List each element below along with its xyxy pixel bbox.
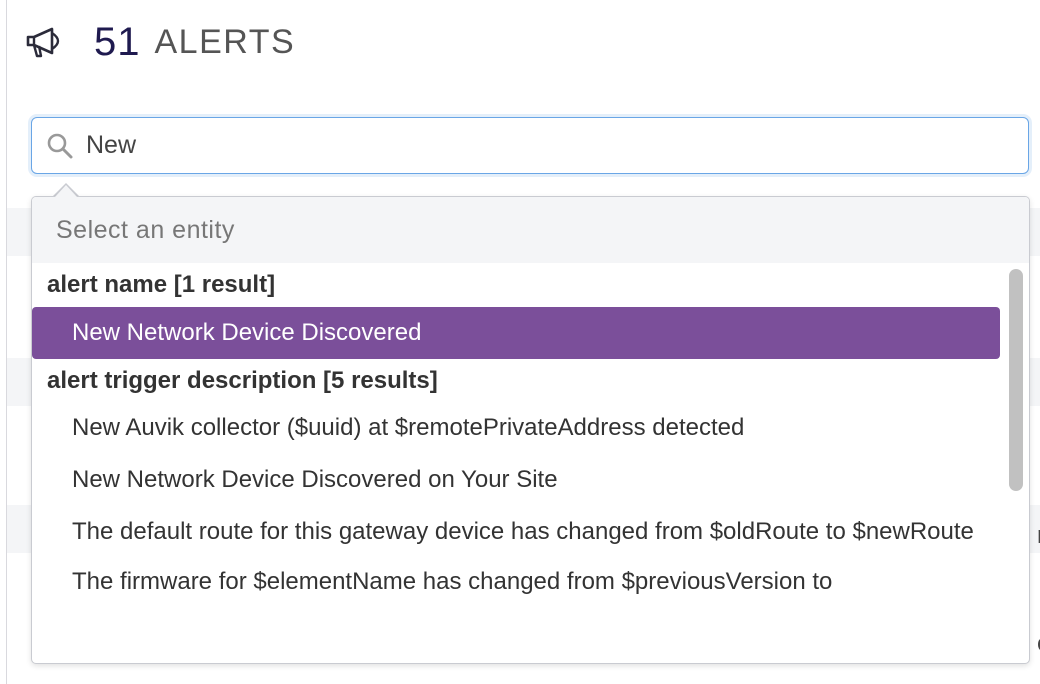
search-icon [46, 132, 82, 160]
panel-border [6, 0, 7, 684]
dropdown-item-selected[interactable]: New Network Device Discovered [32, 307, 1000, 359]
alerts-header: 51 ALERTS [24, 18, 295, 66]
dropdown-item[interactable]: New Auvik collector ($uuid) at $remotePr… [32, 403, 1000, 455]
group-label-alert-name: alert name [1 result] [47, 271, 276, 298]
entity-dropdown: Select an entity alert name [1 result] N… [31, 196, 1030, 664]
dropdown-item[interactable]: New Network Device Discovered on Your Si… [32, 455, 1000, 507]
megaphone-icon [24, 22, 72, 62]
page-title: ALERTS [154, 22, 296, 61]
dropdown-list: alert name [1 result] New Network Device… [32, 263, 1000, 607]
dropdown-scrollbar[interactable] [1009, 269, 1023, 491]
search-box[interactable] [31, 117, 1029, 174]
group-label-trigger-description: alert trigger description [5 results] [47, 367, 438, 394]
dropdown-header: Select an entity [32, 197, 1029, 263]
dropdown-item[interactable]: The default route for this gateway devic… [32, 507, 1000, 557]
dropdown-item[interactable]: The firmware for $elementName has change… [32, 557, 1000, 607]
dropdown-caret-fill [55, 185, 77, 197]
search-input[interactable] [84, 130, 988, 161]
alert-count: 51 [94, 19, 141, 64]
